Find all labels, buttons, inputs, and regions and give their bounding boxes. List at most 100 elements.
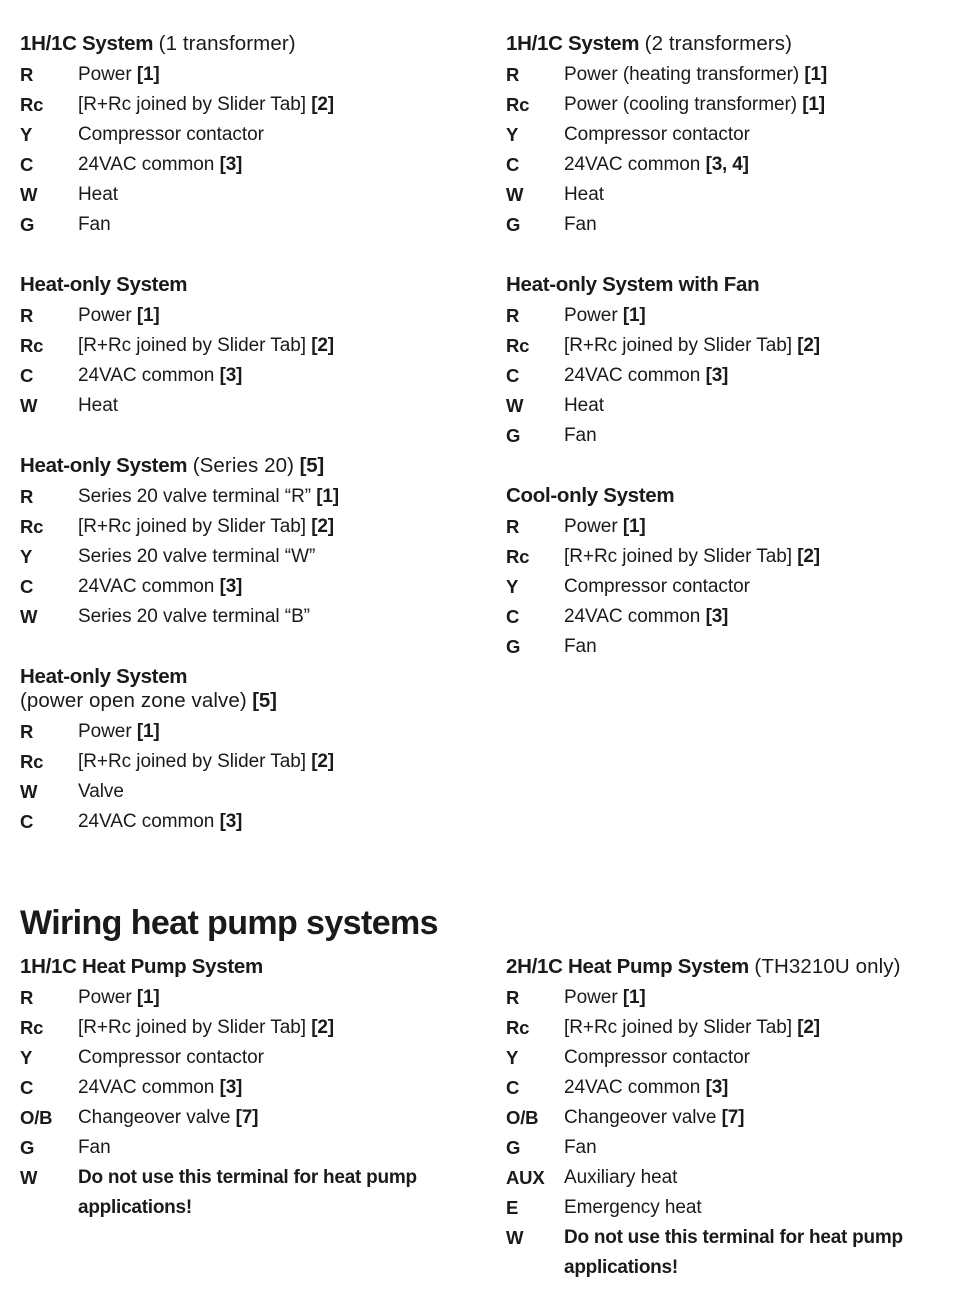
heading-qualifier: (1 transformer) [158, 32, 296, 55]
terminal-list: R Series 20 valve terminal “R” [1] Rc [R+Rc… [20, 482, 490, 632]
terminal-label: AUX [506, 1167, 545, 1188]
terminal-label: Rc [506, 546, 530, 567]
block-heading-heat-only-with-fan: Heat-only System with Fan [506, 272, 964, 298]
terminal-note-ref: [1] [136, 305, 160, 326]
terminal-note-ref: [3] [219, 811, 243, 832]
terminal-row: R Power [1] [20, 717, 490, 747]
terminal-row: Rc [R+Rc joined by Slider Tab] [2] [506, 1013, 964, 1043]
terminal-description: Auxiliary heat [564, 1163, 964, 1193]
terminal-label: C [20, 811, 34, 832]
terminal-label: Rc [20, 1017, 44, 1038]
terminal-label: C [20, 576, 34, 597]
terminal-description-text: Fan [78, 214, 111, 235]
terminal-label: Y [20, 1047, 33, 1068]
terminal-label: C [506, 1077, 520, 1098]
terminal-row: W Heat [506, 391, 964, 421]
terminal-description: Heat [78, 180, 490, 210]
block-heading-1h1c-two-transformers: 1H/1C System (2 transformers) [506, 31, 964, 57]
terminal-label: G [20, 1137, 35, 1158]
terminal-row: C 24VAC common [3] [506, 1073, 964, 1103]
terminal-label: W [506, 1227, 524, 1248]
terminal-row: C 24VAC common [3] [20, 361, 490, 391]
terminal-description-text: Auxiliary heat [564, 1167, 678, 1188]
terminal-description: Changeover valve [7] [78, 1103, 490, 1133]
terminal-row: Rc [R+Rc joined by Slider Tab] [2] [506, 542, 964, 572]
terminal-description: Power [1] [78, 717, 490, 747]
wiring-block-2h1c-heat-pump: 2H/1C Heat Pump System (TH3210U only) R Po… [506, 937, 964, 1283]
terminal-note-ref: [7] [235, 1107, 259, 1128]
terminal-label: G [506, 1137, 521, 1158]
terminal-row: R Power [1] [506, 512, 964, 542]
terminal-label: G [506, 636, 521, 657]
block-heading-heat-only-series-20: Heat-only System (Series 20) [5] [20, 453, 490, 479]
terminal-row: G Fan [506, 632, 964, 662]
terminal-description: 24VAC common [3] [78, 1073, 490, 1103]
terminal-row: G Fan [506, 1133, 964, 1163]
terminal-description-text: Emergency heat [564, 1197, 702, 1218]
wiring-block-heat-only-with-fan: Heat-only System with Fan R Power [1] Rc [R+… [506, 255, 964, 451]
terminal-note-ref: [3] [219, 365, 243, 386]
terminal-description: 24VAC common [3] [78, 150, 490, 180]
terminal-description-text: Power (cooling transformer) [564, 94, 803, 115]
terminal-description: Compressor contactor [564, 1043, 964, 1073]
heading-note-ref: [5] [252, 689, 277, 712]
terminal-description: 24VAC common [3, 4] [564, 150, 964, 180]
wiring-block-heat-only-series-20: Heat-only System (Series 20) [5] R Series … [20, 436, 490, 632]
terminal-row: Rc [R+Rc joined by Slider Tab] [2] [20, 747, 490, 777]
terminal-description-text: [R+Rc joined by Slider Tab] [78, 751, 312, 772]
terminal-description: Heat [78, 391, 490, 421]
block-heading-heat-only-power-open-zone-valve: Heat-only System (power open zone valve) … [20, 664, 490, 714]
terminal-description-text: Fan [564, 636, 597, 657]
terminal-description-text: Do not use this terminal for heat pump a… [78, 1167, 417, 1218]
terminal-label: R [506, 64, 520, 85]
terminal-row: R Series 20 valve terminal “R” [1] [20, 482, 490, 512]
terminal-description: [R+Rc joined by Slider Tab] [2] [564, 1013, 964, 1043]
terminal-description-text: Heat [78, 395, 118, 416]
terminal-label: R [506, 516, 520, 537]
terminal-label: C [506, 606, 520, 627]
terminal-label: Rc [506, 335, 530, 356]
terminal-description: 24VAC common [3] [564, 602, 964, 632]
terminal-row: AUX Auxiliary heat [506, 1163, 964, 1193]
wiring-block-heat-only: Heat-only System R Power [1] Rc [R+Rc joined… [20, 255, 490, 421]
terminal-description-text: Power [78, 721, 137, 742]
terminal-description: [R+Rc joined by Slider Tab] [2] [78, 1013, 490, 1043]
section-title-wiring-heat-pump-systems: Wiring heat pump systems [20, 903, 439, 942]
terminal-list: R Power [1] Rc [R+Rc joined by Slider Tab] … [506, 983, 964, 1283]
terminal-row: O/B Changeover valve [7] [506, 1103, 964, 1133]
terminal-label: C [506, 365, 520, 386]
terminal-description-text: [R+Rc joined by Slider Tab] [564, 1017, 798, 1038]
terminal-description: Power (heating transformer) [1] [564, 60, 964, 90]
terminal-label: O/B [506, 1107, 539, 1128]
terminal-note-ref: [1] [802, 94, 825, 115]
terminal-row: O/B Changeover valve [7] [20, 1103, 490, 1133]
terminal-description-text: Power [564, 987, 623, 1008]
terminal-description-text: [R+Rc joined by Slider Tab] [564, 546, 798, 567]
terminal-description: Emergency heat [564, 1193, 964, 1223]
terminal-label: C [506, 154, 520, 175]
terminal-label: W [506, 184, 524, 205]
terminal-row: G Fan [20, 1133, 490, 1163]
terminal-row: G Fan [506, 210, 964, 240]
terminal-note-ref: [2] [311, 1017, 334, 1038]
terminal-description: [R+Rc joined by Slider Tab] [2] [78, 512, 490, 542]
terminal-description-text: Series 20 valve terminal “W” [78, 546, 316, 567]
terminal-row: C 24VAC common [3] [506, 361, 964, 391]
heading-title: Heat-only System [20, 273, 188, 296]
terminal-description: [R+Rc joined by Slider Tab] [2] [564, 542, 964, 572]
terminal-label: Rc [20, 94, 44, 115]
terminal-description-text: Power [564, 516, 623, 537]
terminal-description-text: Fan [564, 1137, 597, 1158]
terminal-description-text: 24VAC common [564, 606, 706, 627]
terminal-note-ref: [1] [622, 987, 646, 1008]
terminal-description-text: Power [78, 305, 137, 326]
terminal-description: Series 20 valve terminal “B” [78, 602, 490, 632]
terminal-row: Y Compressor contactor [20, 1043, 490, 1073]
terminal-row: R Power [1] [506, 983, 964, 1013]
terminal-label: R [506, 305, 520, 326]
terminal-description-text: [R+Rc joined by Slider Tab] [564, 335, 798, 356]
terminal-row: C 24VAC common [3] [20, 572, 490, 602]
terminal-description: Compressor contactor [564, 120, 964, 150]
terminal-description: 24VAC common [3] [564, 1073, 964, 1103]
terminal-description-text: Compressor contactor [78, 124, 264, 145]
